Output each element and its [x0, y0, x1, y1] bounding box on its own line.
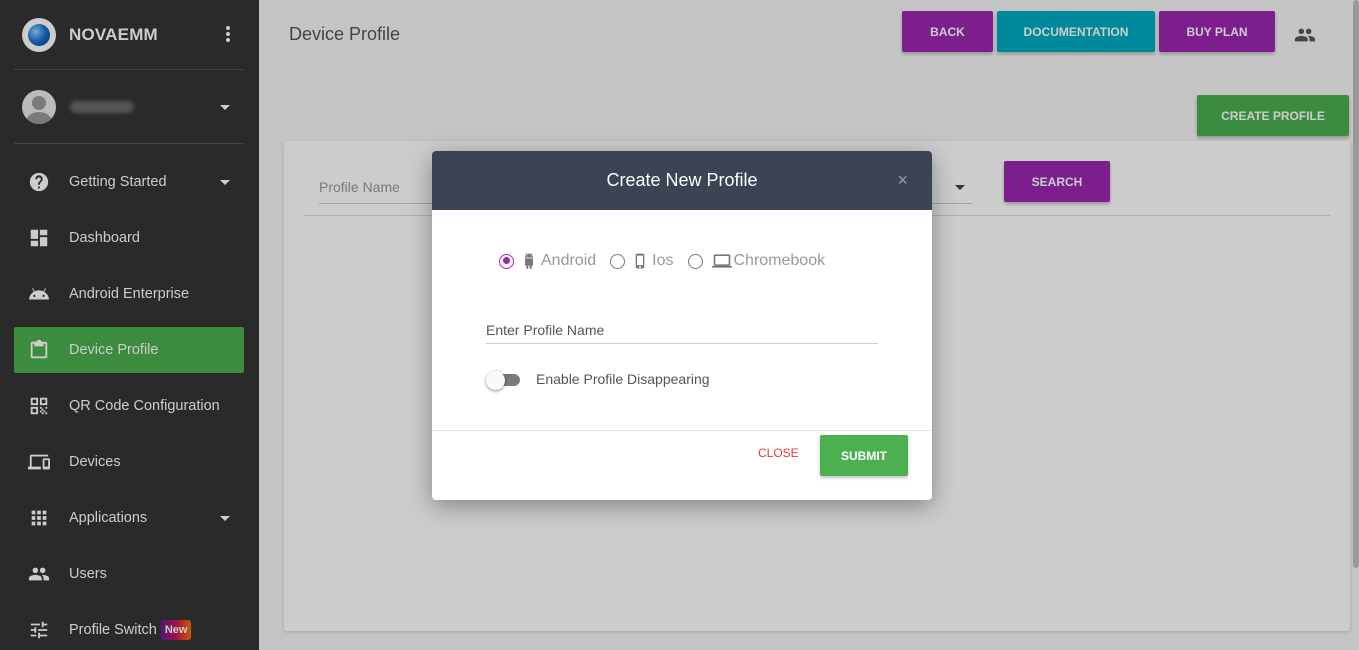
modal-title: Create New Profile: [606, 170, 758, 190]
radio-chromebook[interactable]: [687, 253, 703, 269]
laptop-icon: [710, 251, 734, 271]
radio-ios[interactable]: [610, 253, 626, 269]
close-button[interactable]: CLOSE: [758, 446, 799, 460]
radio-label-chromebook[interactable]: Chromebook: [734, 252, 826, 270]
radio-label-ios[interactable]: Ios: [652, 252, 673, 270]
profile-name-input[interactable]: [486, 317, 878, 344]
radio-label-android[interactable]: Android: [541, 252, 596, 270]
toggle-label: Enable Profile Disappearing: [536, 371, 710, 387]
android-icon: [521, 250, 537, 272]
phone-icon: [632, 250, 648, 272]
submit-button[interactable]: SUBMIT: [820, 435, 908, 476]
create-profile-modal: Create New Profile × Android Ios Chromeb…: [432, 151, 932, 500]
modal-header: Create New Profile ×: [432, 151, 932, 210]
modal-footer-divider: [432, 430, 932, 431]
platform-radio-group: Android Ios Chromebook: [499, 248, 839, 274]
radio-android[interactable]: [499, 253, 514, 269]
close-icon[interactable]: ×: [897, 171, 908, 189]
profile-disappearing-toggle[interactable]: [486, 371, 520, 390]
